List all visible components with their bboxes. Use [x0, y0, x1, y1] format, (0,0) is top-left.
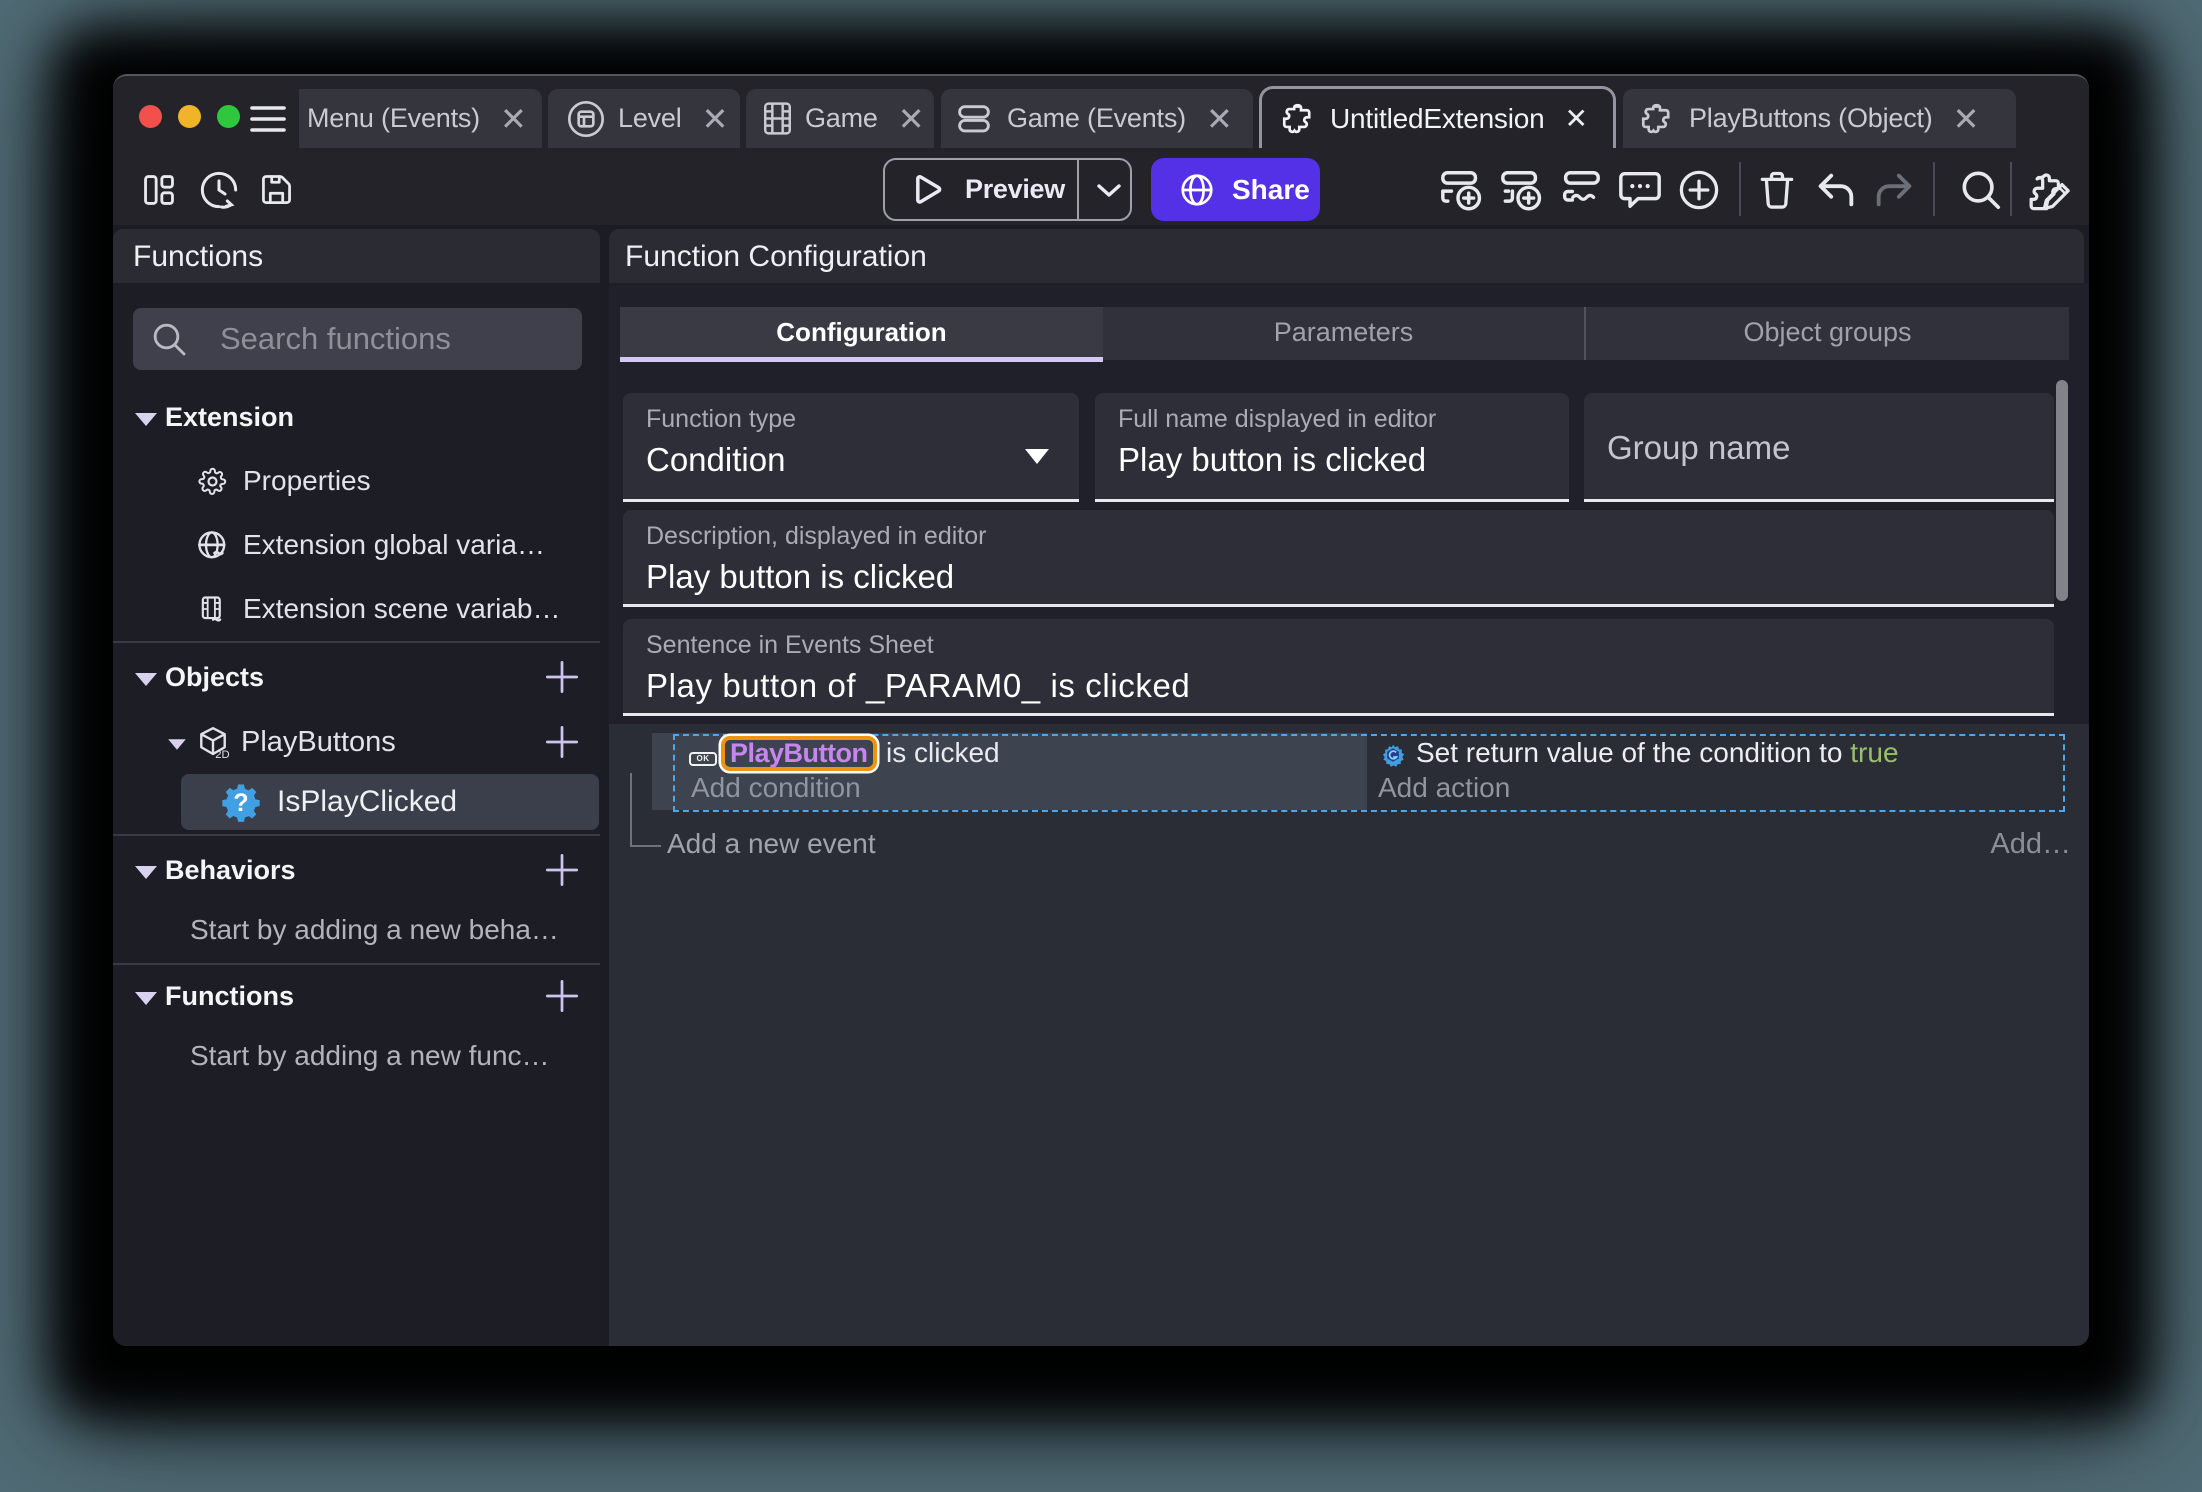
svg-text:?: ? [233, 789, 248, 817]
svg-text:2D: 2D [215, 749, 229, 760]
